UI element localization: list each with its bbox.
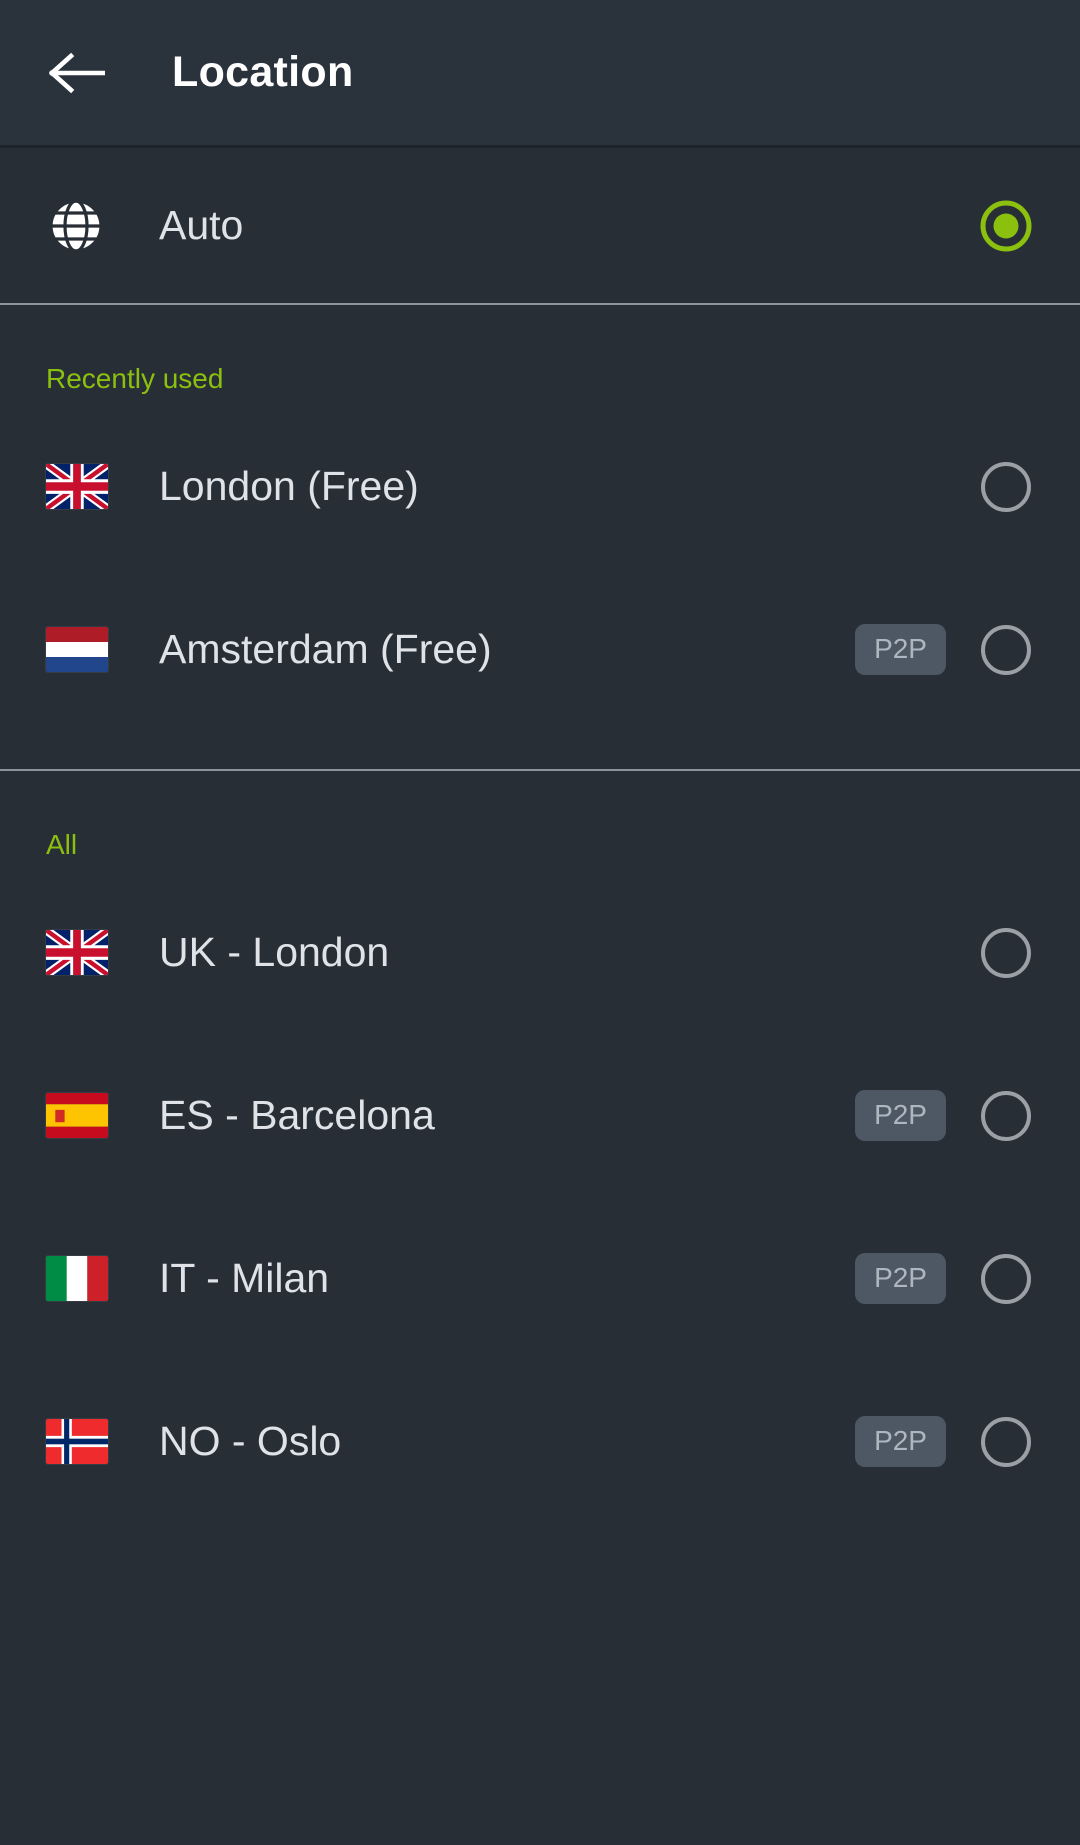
location-row-uk-london[interactable]: UK - London <box>0 871 1080 1034</box>
flag-netherlands-icon <box>46 627 108 672</box>
location-label: London (Free) <box>159 463 419 509</box>
list-tail <box>0 1523 1080 1845</box>
p2p-badge: P2P <box>855 1090 946 1141</box>
p2p-badge: P2P <box>855 1416 946 1467</box>
flag-norway-icon <box>46 1419 108 1464</box>
location-row-auto[interactable]: Auto <box>0 148 1080 303</box>
location-label: UK - London <box>159 929 390 975</box>
radio-london-free[interactable] <box>978 459 1034 515</box>
location-label: IT - Milan <box>159 1255 330 1301</box>
app-bar: Location <box>0 0 1080 145</box>
radio-es-barcelona[interactable] <box>978 1088 1034 1144</box>
location-row-london-free[interactable]: London (Free) <box>0 405 1080 568</box>
radio-amsterdam-free[interactable] <box>978 622 1034 678</box>
radio-uk-london[interactable] <box>978 925 1034 981</box>
flag-uk-icon <box>46 930 108 975</box>
location-label: ES - Barcelona <box>159 1092 435 1138</box>
radio-auto[interactable] <box>978 198 1034 254</box>
p2p-badge: P2P <box>855 1253 946 1304</box>
location-row-it-milan[interactable]: IT - Milan P2P <box>0 1197 1080 1360</box>
radio-no-oslo[interactable] <box>978 1414 1034 1470</box>
globe-icon <box>46 196 106 256</box>
flag-spain-icon <box>46 1093 108 1138</box>
section-header-recently-used: Recently used <box>46 363 224 394</box>
location-label: NO - Oslo <box>159 1418 342 1464</box>
flag-italy-icon <box>46 1256 108 1301</box>
radio-it-milan[interactable] <box>978 1251 1034 1307</box>
location-row-no-oslo[interactable]: NO - Oslo P2P <box>0 1360 1080 1523</box>
arrow-left-icon <box>49 52 105 93</box>
location-row-amsterdam-free[interactable]: Amsterdam (Free) P2P <box>0 568 1080 731</box>
section-header-all: All <box>46 829 78 860</box>
page-title: Location <box>172 48 354 96</box>
location-row-es-barcelona[interactable]: ES - Barcelona P2P <box>0 1034 1080 1197</box>
p2p-badge: P2P <box>855 624 946 675</box>
location-label-auto: Auto <box>159 202 244 248</box>
location-screen: Location Auto Recently used London (Free… <box>0 0 1080 1845</box>
back-button[interactable] <box>46 42 108 104</box>
flag-uk-icon <box>46 464 108 509</box>
location-label: Amsterdam (Free) <box>159 626 492 672</box>
